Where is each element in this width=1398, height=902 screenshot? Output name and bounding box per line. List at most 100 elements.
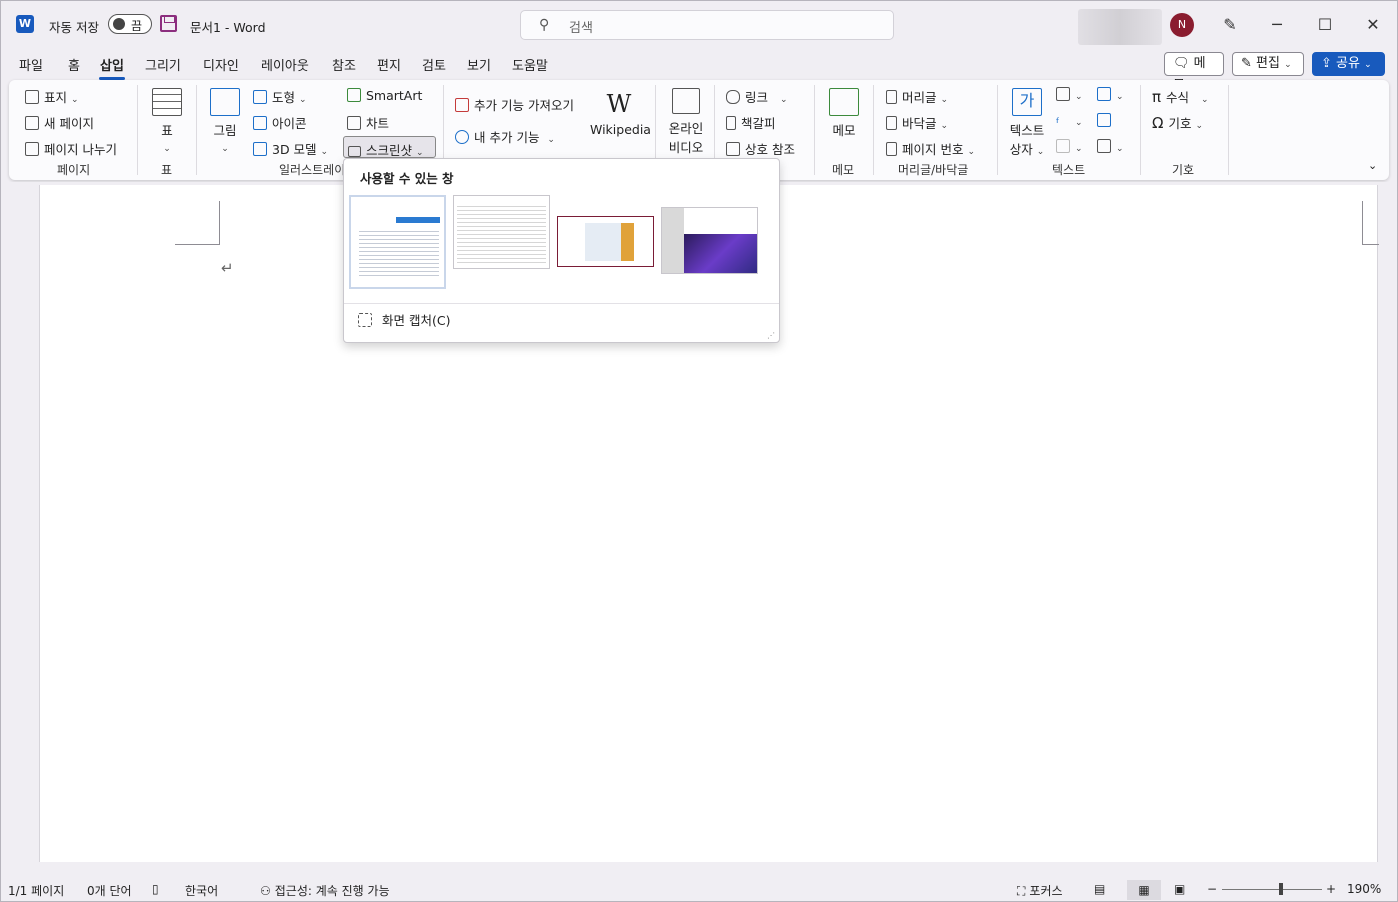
resize-grip-icon[interactable]: ⋰: [767, 331, 775, 340]
window-thumbnail[interactable]: [557, 216, 654, 267]
autosave-toggle[interactable]: 끔: [108, 14, 152, 34]
quick-parts-icon: [1056, 87, 1070, 101]
tab-insert[interactable]: 삽입: [99, 55, 125, 80]
designer-pen-icon[interactable]: ✎: [1215, 12, 1245, 38]
object-icon: [1097, 139, 1111, 153]
cover-page-button[interactable]: 표지 ⌄: [25, 87, 79, 106]
drop-cap-button[interactable]: ⌄: [1056, 139, 1083, 154]
minimize-button[interactable]: ─: [1262, 12, 1292, 38]
page-count[interactable]: 1/1 페이지: [8, 882, 64, 899]
wordart-icon: ᶠ: [1056, 115, 1060, 130]
signature-line-button[interactable]: ⌄: [1097, 87, 1124, 102]
date-time-icon: [1097, 113, 1111, 127]
screen-clipping-button[interactable]: 화면 캡처(C): [358, 310, 450, 329]
zoom-out-button[interactable]: −: [1207, 882, 1217, 896]
new-comment-button[interactable]: 메모: [826, 88, 862, 139]
proofing-icon[interactable]: ▯: [152, 882, 159, 896]
online-video-button[interactable]: 온라인 비디오: [664, 88, 708, 156]
tab-view[interactable]: 보기: [467, 55, 491, 74]
ribbon-separator: [997, 85, 998, 175]
date-time-button[interactable]: [1097, 113, 1116, 128]
header-button[interactable]: 머리글 ⌄: [886, 87, 948, 106]
zoom-slider-thumb[interactable]: [1279, 883, 1283, 895]
window-thumbnail[interactable]: [453, 195, 550, 269]
3d-models-button[interactable]: 3D 모델 ⌄: [253, 139, 328, 158]
accessibility-icon: ⚇: [260, 884, 271, 898]
shapes-button[interactable]: 도형 ⌄: [253, 87, 307, 106]
zoom-level[interactable]: 190%: [1347, 882, 1381, 896]
comments-button[interactable]: 🗨 메모: [1164, 52, 1224, 93]
tab-references[interactable]: 참조: [332, 55, 356, 74]
smartart-button[interactable]: SmartArt: [347, 88, 422, 103]
title-bar: W 자동 저장 끔 문서1 - Word ⚲ 검색 N ✎ ─ ☐ ✕: [0, 0, 1398, 50]
tab-mailings[interactable]: 편지: [377, 55, 401, 74]
language[interactable]: 한국어: [185, 882, 218, 899]
focus-icon: ⛶: [1017, 884, 1026, 898]
word-count[interactable]: 0개 단어: [87, 882, 132, 899]
wikipedia-button[interactable]: W Wikipedia: [590, 90, 651, 137]
avatar[interactable]: N: [1170, 13, 1194, 37]
object-button[interactable]: ⌄: [1097, 139, 1124, 154]
web-layout-icon[interactable]: ▣: [1174, 882, 1185, 896]
screenshot-dropdown: 사용할 수 있는 창 화면 캡처(C) ⋰: [343, 158, 780, 343]
print-layout-icon[interactable]: ▦: [1127, 880, 1161, 900]
tab-home[interactable]: 홈: [68, 55, 80, 74]
share-button[interactable]: ⇪ 공유 ⌄: [1312, 52, 1385, 76]
group-label-text: 텍스트: [1052, 163, 1086, 177]
chart-button[interactable]: 차트: [347, 113, 389, 132]
ribbon-separator: [1140, 85, 1141, 175]
zoom-in-button[interactable]: +: [1326, 882, 1336, 896]
my-addins-button[interactable]: 내 추가 기능 ⌄: [455, 127, 555, 146]
quick-parts-button[interactable]: ⌄: [1056, 87, 1083, 102]
save-icon[interactable]: [160, 15, 177, 32]
link-button[interactable]: 링크 ⌄: [726, 87, 787, 106]
icons-button[interactable]: 아이콘: [253, 113, 307, 132]
page-number-icon: [886, 142, 897, 156]
search-placeholder: 검색: [569, 21, 593, 36]
get-addins-button[interactable]: 추가 기능 가져오기: [455, 95, 574, 114]
group-label-comments: 메모: [832, 163, 855, 177]
ribbon-expand-chevron-icon[interactable]: ⌄: [1368, 159, 1377, 172]
page-break-icon: [25, 142, 39, 156]
symbol-button[interactable]: Ω 기호 ⌄: [1152, 113, 1203, 132]
tab-help[interactable]: 도움말: [512, 55, 548, 74]
tab-layout[interactable]: 레이아웃: [261, 55, 309, 74]
window-thumbnail[interactable]: [661, 207, 758, 274]
focus-button[interactable]: ⛶ 포커스: [1017, 882, 1063, 899]
close-button[interactable]: ✕: [1358, 12, 1388, 38]
zoom-slider[interactable]: [1222, 889, 1322, 890]
dropdown-divider: [344, 303, 779, 304]
equation-icon: π: [1152, 88, 1162, 106]
bookmark-button[interactable]: 책갈피: [726, 113, 776, 132]
search-box[interactable]: ⚲ 검색: [520, 10, 894, 40]
screenshot-label: 스크린샷: [366, 143, 413, 158]
blank-page-button[interactable]: 새 페이지: [25, 113, 94, 132]
word-app-icon: W: [16, 15, 34, 33]
tab-design[interactable]: 디자인: [203, 55, 239, 74]
window-thumbnail[interactable]: [349, 195, 446, 289]
wordart-button[interactable]: ᶠ ⌄: [1056, 113, 1083, 130]
page-break-button[interactable]: 페이지 나누기: [25, 139, 117, 158]
read-mode-icon[interactable]: ▤: [1094, 882, 1105, 896]
screenshot-button[interactable]: 스크린샷 ⌄: [343, 136, 436, 158]
paragraph-mark: ↵: [221, 259, 234, 277]
cross-reference-button[interactable]: 상호 참조: [726, 139, 795, 158]
table-button[interactable]: 표 ⌄: [150, 88, 184, 154]
footer-button[interactable]: 바닥글 ⌄: [886, 113, 948, 132]
text-box-button[interactable]: 가 텍스트 상자 ⌄: [1006, 88, 1048, 158]
tab-draw[interactable]: 그리기: [145, 55, 181, 74]
ribbon-separator: [1228, 85, 1229, 175]
screen-clipping-label: 화면 캡처(C): [382, 313, 451, 328]
group-label-illustrations: 일러스트레이: [279, 163, 346, 177]
accessibility-status[interactable]: ⚇ 접근성: 계속 진행 가능: [260, 882, 390, 899]
maximize-button[interactable]: ☐: [1310, 12, 1340, 38]
editing-button[interactable]: ✎ 편집 ⌄: [1232, 52, 1304, 76]
pictures-button[interactable]: 그림 ⌄: [206, 88, 244, 154]
equation-button[interactable]: π 수식 ⌄: [1152, 87, 1209, 106]
tab-review[interactable]: 검토: [422, 55, 446, 74]
wikipedia-icon: W: [606, 90, 632, 118]
page-number-button[interactable]: 페이지 번호 ⌄: [886, 139, 975, 158]
tab-file[interactable]: 파일: [19, 55, 43, 74]
editing-label: 편집: [1256, 56, 1280, 71]
signature-line-icon: [1097, 87, 1111, 101]
